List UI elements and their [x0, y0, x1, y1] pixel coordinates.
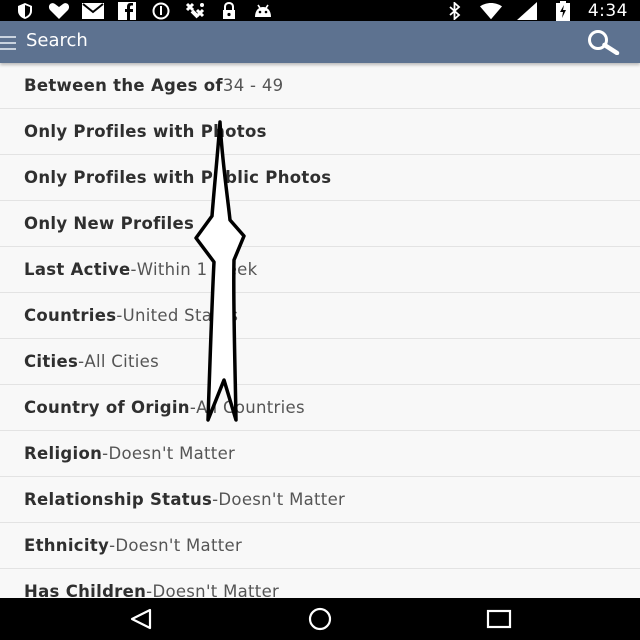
home-icon[interactable]	[305, 607, 335, 631]
filter-label: Country of Origin	[24, 398, 190, 417]
filter-label: Has Children	[24, 582, 147, 598]
facebook-icon	[116, 2, 138, 20]
filter-value: Doesn't Matter	[115, 536, 243, 555]
filter-label: Only New Profiles	[24, 214, 195, 233]
filter-item-age[interactable]: Between the Ages of 34 - 49	[0, 63, 640, 109]
filter-value: United States	[122, 306, 239, 325]
filter-label: Cities	[24, 352, 79, 371]
filter-label: Only Profiles with Photos	[24, 122, 267, 141]
phone-screen: 4:34 Search Between the Ages of 34 - 49 …	[0, 0, 640, 640]
filter-label: Countries	[24, 306, 117, 325]
signal-icon	[516, 1, 538, 20]
filter-item-religion[interactable]: Religion - Doesn't Matter	[0, 431, 640, 477]
filter-value: 34 - 49	[222, 76, 284, 95]
navigation-bar	[0, 598, 640, 640]
bluetooth-icon	[444, 1, 466, 20]
lock-icon	[218, 2, 240, 20]
search-icon[interactable]	[586, 29, 620, 56]
filter-item-public-photos[interactable]: Only Profiles with Public Photos	[0, 155, 640, 201]
back-icon[interactable]	[126, 607, 156, 631]
filter-item-country-of-origin[interactable]: Country of Origin - All Countries	[0, 385, 640, 431]
system-status-icons: 4:34	[444, 0, 628, 21]
menu-icon[interactable]	[0, 35, 16, 50]
status-clock: 4:34	[587, 0, 628, 21]
filter-label: Only Profiles with Public Photos	[24, 168, 332, 187]
shield-icon	[14, 2, 36, 20]
mail-icon	[82, 2, 104, 20]
filter-label: Religion	[24, 444, 103, 463]
battery-charging-icon	[552, 0, 574, 21]
filter-value: Doesn't Matter	[108, 444, 236, 463]
wifi-icon	[479, 2, 502, 20]
android-icon	[252, 2, 274, 20]
filter-value: All Cities	[84, 352, 159, 371]
info-icon	[150, 2, 172, 20]
filter-item-countries[interactable]: Countries - United States	[0, 293, 640, 339]
filter-item-has-children[interactable]: Has Children - Doesn't Matter	[0, 569, 640, 598]
app-bar: Search	[0, 21, 640, 63]
notification-icons	[14, 1, 274, 21]
search-filter-list: Between the Ages of 34 - 49 Only Profile…	[0, 63, 640, 598]
filter-value: Within 1 week	[136, 260, 258, 279]
filter-value: Doesn't Matter	[152, 582, 280, 598]
filter-value: All Countries	[196, 398, 305, 417]
filter-label: Relationship Status	[24, 490, 213, 509]
heart-icon	[48, 2, 70, 20]
filter-item-ethnicity[interactable]: Ethnicity - Doesn't Matter	[0, 523, 640, 569]
filter-label: Between the Ages of	[24, 76, 223, 95]
filter-item-last-active[interactable]: Last Active - Within 1 week	[0, 247, 640, 293]
filter-item-relationship-status[interactable]: Relationship Status - Doesn't Matter	[0, 477, 640, 523]
filter-value: Doesn't Matter	[218, 490, 346, 509]
recents-icon[interactable]	[484, 607, 514, 631]
status-bar: 4:34	[0, 0, 640, 21]
filter-item-new-profiles[interactable]: Only New Profiles	[0, 201, 640, 247]
satellite-icon	[184, 2, 206, 20]
app-title[interactable]: Search	[26, 30, 88, 51]
filter-item-photos[interactable]: Only Profiles with Photos	[0, 109, 640, 155]
filter-item-cities[interactable]: Cities - All Cities	[0, 339, 640, 385]
filter-label: Ethnicity	[24, 536, 110, 555]
filter-label: Last Active	[24, 260, 131, 279]
